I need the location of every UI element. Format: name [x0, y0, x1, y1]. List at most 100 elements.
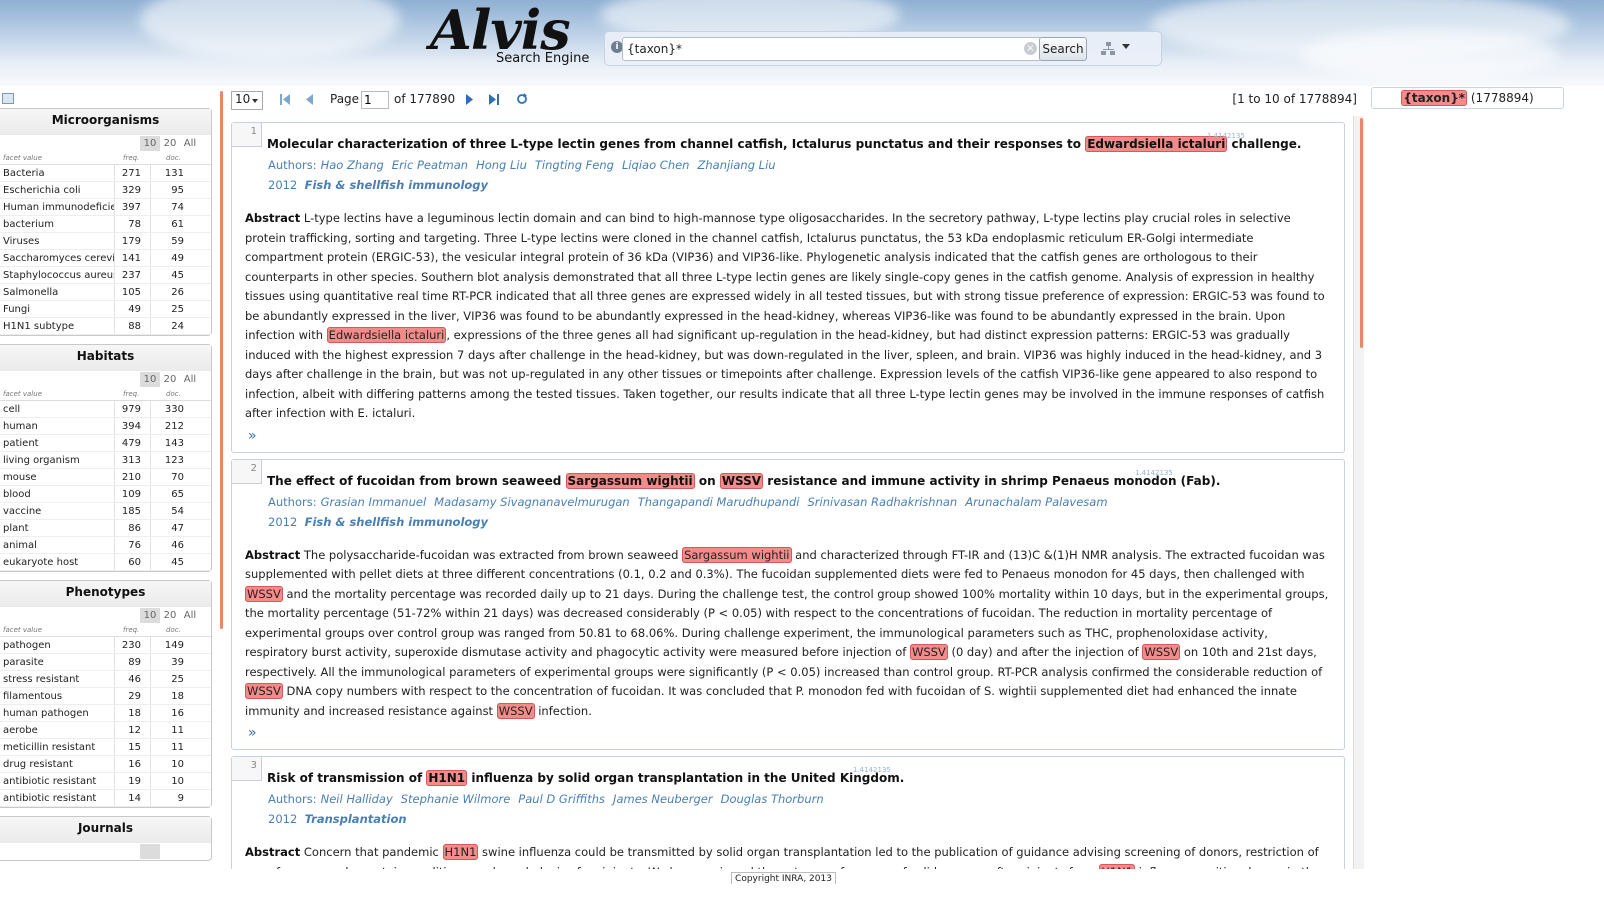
search-input[interactable] — [622, 37, 1042, 61]
expand-details-icon[interactable]: » — [232, 424, 1344, 446]
author-link[interactable]: Grasian Immanuel — [321, 495, 427, 509]
author-link[interactable]: Tingting Feng — [535, 158, 614, 172]
facet-row[interactable]: human pathogen 18 16 — [0, 705, 211, 722]
facet-value: H1N1 subtype — [3, 321, 75, 332]
highlighted-term[interactable]: Sargassum wightii — [565, 472, 695, 489]
facet-limit-20[interactable]: 20 — [160, 136, 180, 151]
query-summary[interactable]: {taxon}* (1778894) — [1371, 87, 1564, 109]
facet-row[interactable]: cell 979 330 — [0, 401, 211, 418]
last-page-icon[interactable] — [489, 94, 499, 105]
facet-row[interactable]: parasite 89 39 — [0, 654, 211, 671]
result-title[interactable]: Molecular characterization of three L-ty… — [232, 123, 1344, 152]
facet-title[interactable]: Habitats — [0, 345, 211, 371]
journal-link[interactable]: Fish & shellfish immunology — [305, 515, 488, 529]
author-link[interactable]: Hao Zhang — [321, 158, 384, 172]
facet-row[interactable]: filamentous 29 18 — [0, 688, 211, 705]
author-link[interactable]: Zhanjiang Liu — [697, 158, 775, 172]
facet-row[interactable]: stress resistant 46 25 — [0, 671, 211, 688]
journal-link[interactable]: Fish & shellfish immunology — [305, 178, 488, 192]
author-link[interactable]: Neil Halliday — [321, 792, 393, 806]
clear-icon[interactable]: × — [1024, 42, 1037, 55]
expand-details-icon[interactable]: » — [232, 721, 1344, 743]
facet-limit-10[interactable]: 10 — [140, 608, 160, 623]
author-link[interactable]: Stephanie Wilmore — [401, 792, 511, 806]
author-link[interactable]: Srinivasan Radhakrishnan — [808, 495, 958, 509]
collapse-panel-icon[interactable] — [2, 93, 14, 104]
result-title[interactable]: Risk of transmission of H1N1 influenza b… — [232, 757, 1344, 786]
facet-row[interactable]: antibiotic resistant 19 10 — [0, 773, 211, 790]
search-button[interactable]: Search — [1039, 37, 1087, 61]
alvis-logo[interactable]: Alvis Search Engine — [430, 0, 600, 68]
highlighted-term[interactable]: WSSV — [496, 702, 535, 719]
facet-limit-20[interactable]: 20 — [160, 372, 180, 387]
facet-doc-count: 25 — [171, 304, 184, 315]
refresh-icon[interactable] — [516, 93, 528, 104]
facet-row[interactable]: Bacteria 271 131 — [0, 165, 211, 182]
facet-row[interactable]: living organism 313 123 — [0, 452, 211, 469]
page-size-select[interactable]: 10 — [231, 91, 263, 110]
facet-limit-10[interactable]: 10 — [140, 136, 160, 151]
facet-limit-all[interactable]: All — [180, 372, 200, 387]
facet-row[interactable]: blood 109 65 — [0, 486, 211, 503]
author-link[interactable]: Liqiao Chen — [622, 158, 690, 172]
author-link[interactable]: Arunachalam Palavesam — [965, 495, 1107, 509]
result-title[interactable]: The effect of fucoidan from brown seawee… — [232, 460, 1344, 489]
author-link[interactable]: James Neuberger — [613, 792, 713, 806]
author-link[interactable]: Eric Peatman — [392, 158, 468, 172]
facet-row[interactable]: mouse 210 70 — [0, 469, 211, 486]
facet-value: living organism — [3, 455, 80, 466]
facet-row[interactable]: eukaryote host 60 45 — [0, 554, 211, 571]
facet-limit-all[interactable]: All — [180, 136, 200, 151]
facet-row[interactable]: Escherichia coli 329 95 — [0, 182, 211, 199]
highlighted-term[interactable]: Sargassum wightii — [682, 546, 792, 563]
author-link[interactable]: Paul D Griffiths — [518, 792, 605, 806]
facet-limit-all[interactable]: All — [180, 608, 200, 623]
next-page-icon[interactable] — [466, 94, 474, 105]
highlighted-term[interactable]: H1N1 — [1099, 863, 1136, 869]
facet-title[interactable]: Journals — [0, 817, 211, 843]
facet-title[interactable]: Phenotypes — [0, 581, 211, 607]
facet-row[interactable]: Staphylococcus aureus 237 45 — [0, 267, 211, 284]
journal-link[interactable]: Transplantation — [305, 812, 407, 826]
sidebar-splitter[interactable] — [220, 91, 223, 629]
highlighted-term[interactable]: WSSV — [245, 683, 283, 699]
highlighted-term[interactable]: Edwardsiella ictaluri — [1085, 136, 1228, 152]
page-number-input[interactable] — [361, 91, 389, 109]
chevron-down-icon[interactable] — [1122, 44, 1130, 49]
facet-row[interactable]: animal 76 46 — [0, 537, 211, 554]
author-link[interactable]: Hong Liu — [476, 158, 527, 172]
facet-row[interactable]: meticillin resistant 15 11 — [0, 739, 211, 756]
tree-structure-icon[interactable] — [1101, 42, 1115, 56]
facet-title[interactable]: Microorganisms — [0, 109, 211, 135]
prev-page-icon[interactable] — [305, 94, 313, 105]
highlighted-term[interactable]: Edwardsiella ictaluri — [326, 327, 447, 343]
facet-row[interactable]: bacterium 78 61 — [0, 216, 211, 233]
facet-row[interactable]: aerobe 12 11 — [0, 722, 211, 739]
facet-row[interactable]: pathogen 230 149 — [0, 637, 211, 654]
highlighted-term[interactable]: WSSV — [719, 472, 764, 489]
facet-row[interactable]: Viruses 179 59 — [0, 233, 211, 250]
facet-row[interactable]: Human immunodeficiency 397 74 — [0, 199, 211, 216]
facet-row[interactable]: Salmonella 105 26 — [0, 284, 211, 301]
facet-row[interactable]: drug resistant 16 10 — [0, 756, 211, 773]
highlighted-term[interactable]: WSSV — [245, 585, 283, 602]
facet-row[interactable]: Fungi 49 25 — [0, 301, 211, 318]
facet-row[interactable]: plant 86 47 — [0, 520, 211, 537]
highlighted-term[interactable]: WSSV — [1142, 644, 1181, 660]
facet-row[interactable]: patient 479 143 — [0, 435, 211, 452]
facet-row[interactable]: Saccharomyces cerevisiae 141 49 — [0, 250, 211, 267]
author-link[interactable]: Douglas Thorburn — [721, 792, 824, 806]
highlighted-term[interactable]: WSSV — [909, 644, 948, 660]
facet-row[interactable]: antibiotic resistant 14 9 — [0, 790, 211, 807]
author-link[interactable]: Madasamy Sivagnanavelmurugan — [434, 495, 630, 509]
first-page-icon[interactable] — [280, 94, 290, 105]
author-link[interactable]: Thangapandi Marudhupandi — [638, 495, 800, 509]
scrollbar-thumb[interactable] — [1360, 118, 1363, 348]
facet-limit-10[interactable]: 10 — [140, 372, 160, 387]
highlighted-term[interactable]: H1N1 — [442, 844, 479, 860]
facet-limit-20[interactable]: 20 — [160, 608, 180, 623]
facet-row[interactable]: vaccine 185 54 — [0, 503, 211, 520]
facet-row[interactable]: H1N1 subtype 88 24 — [0, 318, 211, 335]
highlighted-term[interactable]: H1N1 — [426, 770, 468, 786]
facet-row[interactable]: human 394 212 — [0, 418, 211, 435]
